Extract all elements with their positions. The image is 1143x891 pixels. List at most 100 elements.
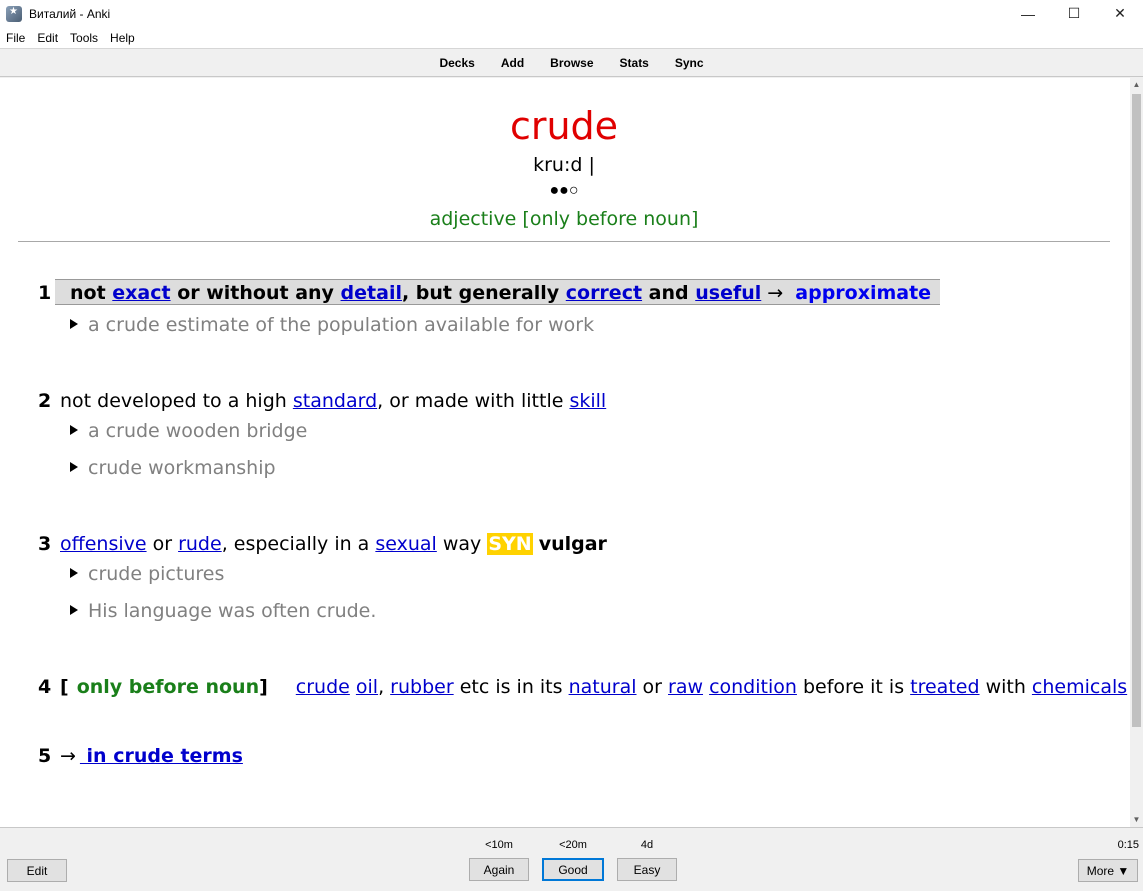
- arrow: →: [761, 282, 790, 304]
- sense-5: 5 → in crude terms: [38, 745, 243, 767]
- minimize-button[interactable]: —: [1005, 0, 1051, 27]
- sense-number: 3: [38, 533, 52, 555]
- example: a crude wooden bridge: [70, 420, 307, 442]
- link-condition[interactable]: condition: [709, 676, 797, 698]
- link-offensive[interactable]: offensive: [60, 533, 147, 555]
- definition-text: with: [979, 676, 1032, 698]
- menu-help[interactable]: Help: [104, 31, 141, 45]
- answer-bar: Edit <10m <20m 4d Again Good Easy 0:15 M…: [0, 827, 1143, 891]
- window-title: Виталий - Anki: [29, 6, 111, 21]
- menu-edit[interactable]: Edit: [31, 31, 64, 45]
- link-rude[interactable]: rude: [178, 533, 222, 555]
- link-treated[interactable]: treated: [910, 676, 979, 698]
- example-text: crude workmanship: [88, 457, 276, 479]
- interval-good: <20m: [559, 839, 587, 851]
- maximize-button[interactable]: ☐: [1051, 0, 1097, 27]
- sense-4: 4 [ only before noun] crude oil, rubber etc…: [38, 676, 1127, 698]
- definition-text: ,: [378, 676, 391, 698]
- play-triangle-icon[interactable]: [70, 425, 78, 435]
- link-chemicals[interactable]: chemicals: [1032, 676, 1127, 698]
- definition-text: , especially in a: [221, 533, 376, 555]
- menu-bar: File Edit Tools Help: [0, 27, 1143, 48]
- definition-text: before it is: [796, 676, 911, 698]
- example: crude pictures: [70, 563, 224, 585]
- synonym-word: vulgar: [538, 533, 607, 555]
- vertical-scrollbar[interactable]: ▲ ▼: [1130, 78, 1143, 827]
- link-oil[interactable]: oil: [356, 676, 378, 698]
- main-toolbar: Decks Add Browse Stats Sync: [0, 48, 1143, 77]
- play-triangle-icon[interactable]: [70, 605, 78, 615]
- definition-text: way: [436, 533, 488, 555]
- definition-text: , but generally: [401, 282, 566, 304]
- anki-window: Виталий - Anki — ☐ ✕ File Edit Tools Hel…: [0, 0, 1143, 891]
- link-raw[interactable]: raw: [668, 676, 703, 698]
- play-triangle-icon[interactable]: [70, 319, 78, 329]
- more-button[interactable]: More ▼: [1078, 859, 1138, 882]
- example-text: His language was often crude.: [88, 600, 377, 622]
- play-triangle-icon[interactable]: [70, 568, 78, 578]
- review-timer: 0:15: [1117, 839, 1139, 851]
- link-detail[interactable]: detail: [341, 282, 402, 304]
- example-text: crude pictures: [88, 563, 225, 585]
- example: a crude estimate of the population avail…: [70, 314, 594, 336]
- example-text: a crude estimate of the population avail…: [88, 314, 595, 336]
- link-sexual[interactable]: sexual: [375, 533, 436, 555]
- example-text: a crude wooden bridge: [88, 420, 308, 442]
- definition-text: or: [636, 676, 669, 698]
- edit-button[interactable]: Edit: [7, 859, 67, 882]
- card-view: crude kru:d | ●●○ adjective [only before…: [0, 78, 1130, 827]
- easy-button[interactable]: Easy: [617, 858, 677, 881]
- toolbar-browse[interactable]: Browse: [550, 56, 593, 70]
- headword: crude: [509, 104, 619, 148]
- good-button[interactable]: Good: [542, 858, 604, 881]
- frequency-indicator: ●●○: [549, 182, 579, 199]
- grammar-bracket: [: [60, 676, 69, 698]
- toolbar-stats[interactable]: Stats: [620, 56, 649, 70]
- synonym-badge: SYN: [487, 533, 533, 555]
- example: crude workmanship: [70, 457, 276, 479]
- example: His language was often crude.: [70, 600, 376, 622]
- play-triangle-icon[interactable]: [70, 462, 78, 472]
- cross-reference-approximate[interactable]: approximate: [795, 282, 931, 304]
- link-exact[interactable]: exact: [112, 282, 170, 304]
- interval-easy: 4d: [640, 839, 654, 851]
- definition-text: or: [146, 533, 179, 555]
- link-standard[interactable]: standard: [293, 390, 377, 412]
- sense-1-definition: not exact or without any detail, but gen…: [55, 279, 941, 305]
- definition-text: not developed to a high: [60, 390, 293, 412]
- toolbar-decks[interactable]: Decks: [439, 56, 474, 70]
- toolbar-add[interactable]: Add: [501, 56, 524, 70]
- arrow: →: [60, 745, 76, 767]
- definition-text: or without any: [170, 282, 341, 304]
- grammar-note: only before noun: [76, 676, 260, 698]
- link-natural[interactable]: natural: [569, 676, 637, 698]
- interval-again: <10m: [485, 839, 513, 851]
- scroll-up-arrow-icon[interactable]: ▲: [1130, 78, 1143, 92]
- link-crude[interactable]: crude: [296, 676, 350, 698]
- definition-text: , or made with little: [377, 390, 570, 412]
- sense-number: 4: [38, 676, 52, 698]
- link-useful[interactable]: useful: [695, 282, 761, 304]
- menu-file[interactable]: File: [0, 31, 31, 45]
- link-rubber[interactable]: rubber: [390, 676, 453, 698]
- grammar-bracket: ]: [259, 676, 268, 698]
- sense-number: 2: [38, 390, 52, 412]
- header-divider: [18, 241, 1110, 242]
- again-button[interactable]: Again: [469, 858, 529, 881]
- menu-tools[interactable]: Tools: [64, 31, 104, 45]
- scroll-down-arrow-icon[interactable]: ▼: [1130, 813, 1143, 827]
- phrase-link-in-crude-terms[interactable]: in crude terms: [80, 745, 243, 767]
- pronunciation: kru:d |: [533, 154, 595, 176]
- definition-text: not: [70, 282, 113, 304]
- sense-number: 5: [38, 745, 52, 767]
- scroll-thumb[interactable]: [1132, 94, 1141, 727]
- window-controls: — ☐ ✕: [1005, 0, 1143, 27]
- close-button[interactable]: ✕: [1097, 0, 1143, 27]
- toolbar-sync[interactable]: Sync: [675, 56, 704, 70]
- title-bar: Виталий - Anki — ☐ ✕: [0, 0, 1143, 27]
- definition-text: etc is in its: [453, 676, 569, 698]
- definition-text: and: [642, 282, 696, 304]
- link-correct[interactable]: correct: [566, 282, 642, 304]
- part-of-speech: adjective [only before noun]: [429, 208, 699, 230]
- link-skill[interactable]: skill: [569, 390, 606, 412]
